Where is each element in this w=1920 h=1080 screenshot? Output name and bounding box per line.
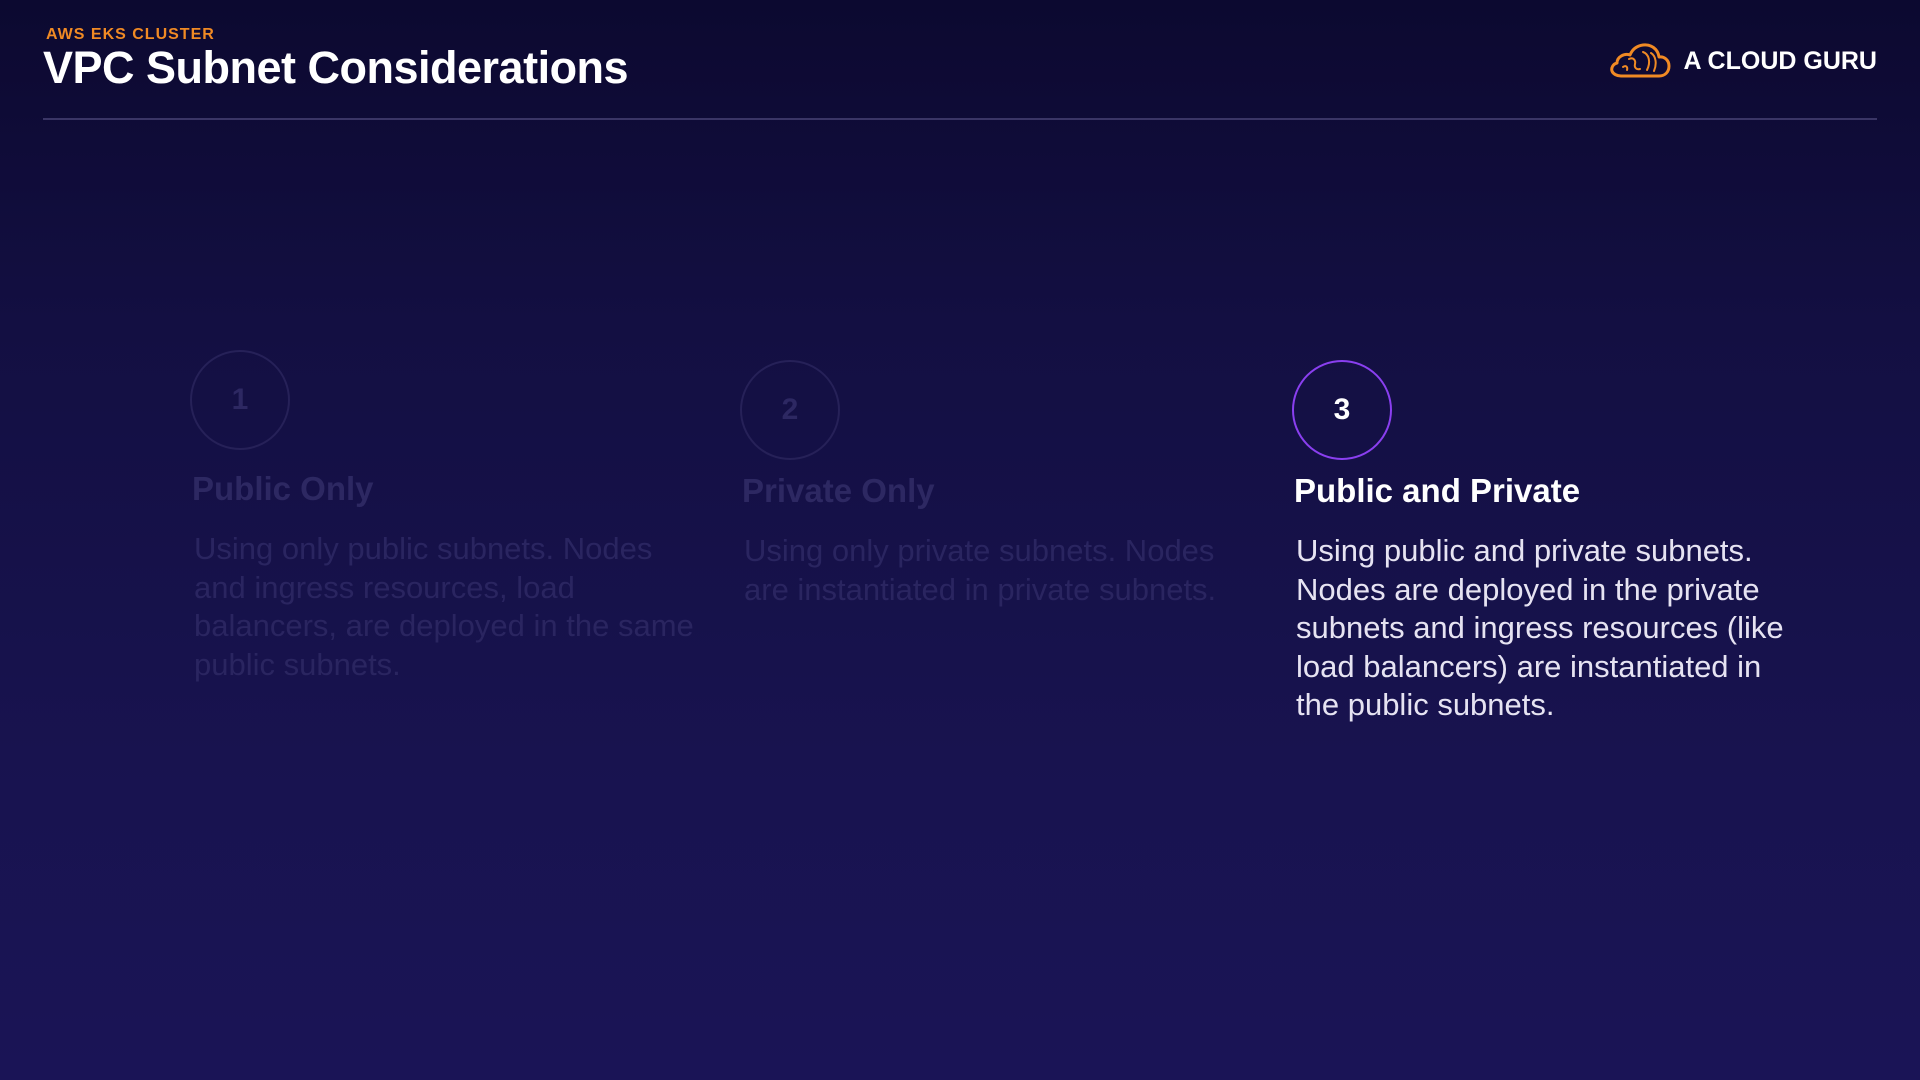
option-public-only: 1 Public Only Using only public subnets.… [190,350,710,684]
slide-title: VPC Subnet Considerations [43,42,629,93]
header-divider [43,118,1877,120]
option-description: Using public and private subnets. Nodes … [1296,533,1784,722]
option-heading: Private Only [742,472,935,509]
step-number-badge: 2 [740,360,840,460]
option-public-and-private: 3 Public and Private Using public and pr… [1292,360,1812,725]
step-number-badge: 3 [1292,360,1392,460]
option-private-only: 2 Private Only Using only private subnet… [740,360,1260,609]
option-description: Using only private subnets. Nodes are in… [744,533,1217,607]
brand: A CLOUD GURU [1609,40,1877,82]
option-description: Using only public subnets. Nodes and ing… [194,531,694,682]
slide-header: AWS EKS CLUSTER VPC Subnet Consideration… [43,22,1877,122]
option-heading: Public Only [192,470,374,507]
step-number-badge: 1 [190,350,290,450]
brand-name: A CLOUD GURU [1683,46,1877,75]
cloud-logo-icon [1610,43,1671,78]
option-heading: Public and Private [1294,472,1581,509]
